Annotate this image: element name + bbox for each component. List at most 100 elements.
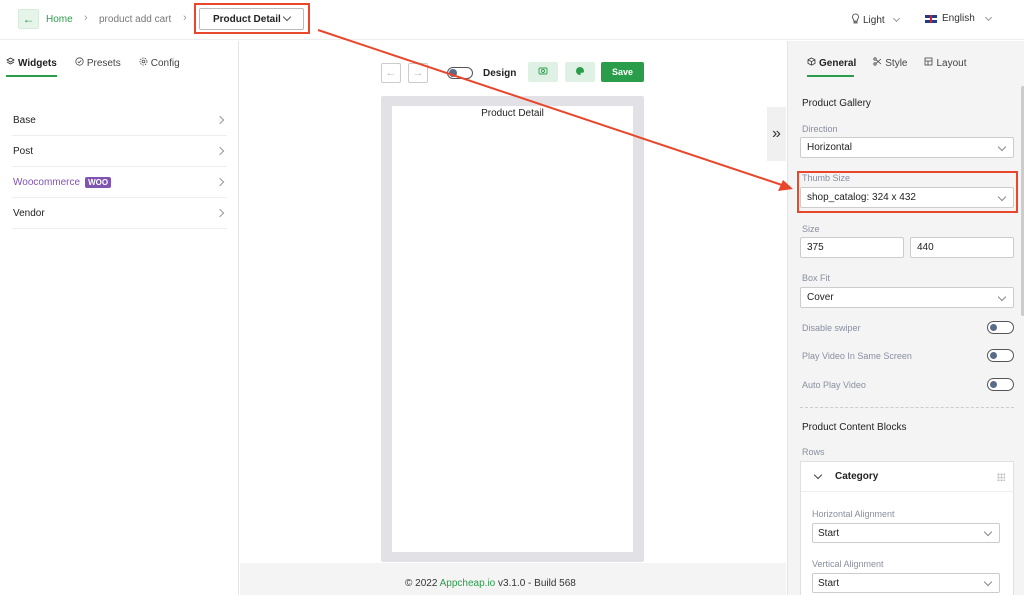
play-video-same-screen-toggle[interactable] <box>987 349 1014 362</box>
tab-label: Style <box>885 57 908 69</box>
size-width-input[interactable]: 375 <box>800 237 904 258</box>
tab-label: Config <box>150 57 180 69</box>
chevron-right-icon <box>215 115 225 125</box>
highlight-box-thumb-size <box>797 171 1018 213</box>
vertical-alignment-value: Start <box>818 577 840 589</box>
size-height-value: 440 <box>917 242 934 253</box>
tab-general[interactable]: General <box>807 57 856 69</box>
theme-label: Light <box>863 14 885 26</box>
category-vendor[interactable]: Vendor <box>12 198 227 229</box>
top-bar: ← Home › product add cart › Product Deta… <box>0 0 1024 40</box>
design-mode-toggle[interactable] <box>447 67 473 79</box>
tab-presets[interactable]: Presets <box>75 57 121 69</box>
chevron-down-icon <box>983 527 993 537</box>
tab-layout[interactable]: Layout <box>924 57 967 69</box>
undo-arrow-icon[interactable]: ← <box>381 63 401 83</box>
category-label: Base <box>13 114 36 126</box>
save-button[interactable]: Save <box>601 62 644 82</box>
woocommerce-logo-icon: WOO <box>85 176 112 188</box>
palette-icon <box>575 66 585 79</box>
check-circle-icon <box>75 57 84 69</box>
breadcrumb-home[interactable]: Home <box>46 14 73 25</box>
palette-button[interactable] <box>565 62 595 82</box>
device-screen[interactable]: Product Detail <box>392 106 633 552</box>
category-post[interactable]: Post <box>12 136 227 167</box>
direction-value: Horizontal <box>807 142 853 153</box>
footer-text: © 2022 Appcheap.io v3.1.0 - Build 568 <box>405 578 576 589</box>
horizontal-alignment-select[interactable]: Start <box>812 523 1000 543</box>
screen-title: Product Detail <box>481 108 544 119</box>
chevron-right-icon <box>215 146 225 156</box>
redo-arrow-icon[interactable]: → <box>408 63 428 83</box>
tab-label: General <box>819 57 857 69</box>
chevron-right-icon: › <box>84 12 88 24</box>
block-header[interactable]: Category <box>801 462 1013 492</box>
block-title: Category <box>835 471 879 482</box>
sidebar-tabs: Widgets Presets Config <box>6 57 180 69</box>
woocommerce-label-group: Woocommerce WOO <box>13 176 112 188</box>
vertical-alignment-select[interactable]: Start <box>812 573 1000 593</box>
design-canvas: ← → Design Save Product Detail <box>240 41 786 595</box>
widget-category-list: Base Post Woocommerce WOO Vendor <box>12 105 227 229</box>
play-video-same-screen-label: Play Video In Same Screen <box>802 351 912 361</box>
gear-icon <box>139 57 148 69</box>
category-woocommerce[interactable]: Woocommerce WOO <box>12 167 227 198</box>
chevron-right-icon <box>215 208 225 218</box>
category-label: Woocommerce <box>13 176 81 188</box>
horizontal-alignment-label: Horizontal Alignment <box>812 509 895 519</box>
widgets-sidebar: Widgets Presets Config Base Post Woocomm… <box>0 41 239 595</box>
theme-dropdown[interactable]: Light <box>851 13 900 27</box>
auto-play-video-label: Auto Play Video <box>802 380 866 390</box>
content-blocks-title: Product Content Blocks <box>802 422 907 433</box>
chevron-down-icon <box>983 577 993 587</box>
chevron-down-icon <box>997 292 1007 302</box>
highlight-box-page-select <box>194 3 310 34</box>
breadcrumb-page[interactable]: product add cart <box>99 14 171 25</box>
disable-swiper-toggle[interactable] <box>987 321 1014 334</box>
chevron-right-icon <box>215 177 225 187</box>
layout-grid-icon <box>924 57 933 69</box>
footer: © 2022 Appcheap.io v3.1.0 - Build 568 <box>240 563 786 595</box>
active-tab-indicator <box>6 75 57 77</box>
back-arrow-icon[interactable]: ← <box>18 9 39 29</box>
content-block-card: Category Horizontal Alignment Start Vert… <box>800 461 1014 595</box>
chevron-down-icon <box>997 142 1007 152</box>
auto-play-video-toggle[interactable] <box>987 378 1014 391</box>
box-fit-select[interactable]: Cover <box>800 287 1014 308</box>
rows-label: Rows <box>802 447 825 457</box>
tab-config[interactable]: Config <box>139 57 180 69</box>
direction-select[interactable]: Horizontal <box>800 137 1014 158</box>
tab-widgets[interactable]: Widgets <box>6 57 57 69</box>
chevron-down-icon <box>892 14 900 23</box>
brand-link[interactable]: Appcheap.io <box>440 578 496 589</box>
screenshot-button[interactable] <box>528 62 558 82</box>
chevron-down-icon <box>984 13 992 21</box>
layers-icon <box>6 57 15 69</box>
language-dropdown[interactable]: English <box>925 13 992 24</box>
horizontal-alignment-value: Start <box>818 527 840 539</box>
category-label: Post <box>13 145 34 157</box>
drag-handle-icon[interactable] <box>997 473 1005 481</box>
category-base[interactable]: Base <box>12 105 227 136</box>
camera-icon <box>538 66 548 78</box>
uk-flag-icon <box>925 14 937 23</box>
properties-panel: General Style Layout Product Gallery Dir… <box>787 41 1024 595</box>
active-tab-indicator <box>807 75 854 77</box>
category-label: Vendor <box>13 207 45 219</box>
properties-tabs: General Style Layout <box>807 57 967 69</box>
lightbulb-icon <box>851 13 860 27</box>
tab-style[interactable]: Style <box>873 57 907 69</box>
language-label: English <box>942 13 975 24</box>
section-divider <box>800 407 1014 408</box>
size-height-input[interactable]: 440 <box>910 237 1014 258</box>
size-label: Size <box>802 224 820 234</box>
chevron-down-icon <box>813 470 823 480</box>
tab-label: Presets <box>86 57 121 69</box>
box-fit-value: Cover <box>807 292 834 303</box>
size-width-value: 375 <box>807 242 824 253</box>
section-title: Product Gallery <box>802 98 871 109</box>
version-text: v3.1.0 - Build 568 <box>498 578 576 589</box>
box-fit-label: Box Fit <box>802 273 831 283</box>
tab-label: Widgets <box>18 57 57 69</box>
collapse-panel-icon[interactable]: » <box>767 107 786 161</box>
